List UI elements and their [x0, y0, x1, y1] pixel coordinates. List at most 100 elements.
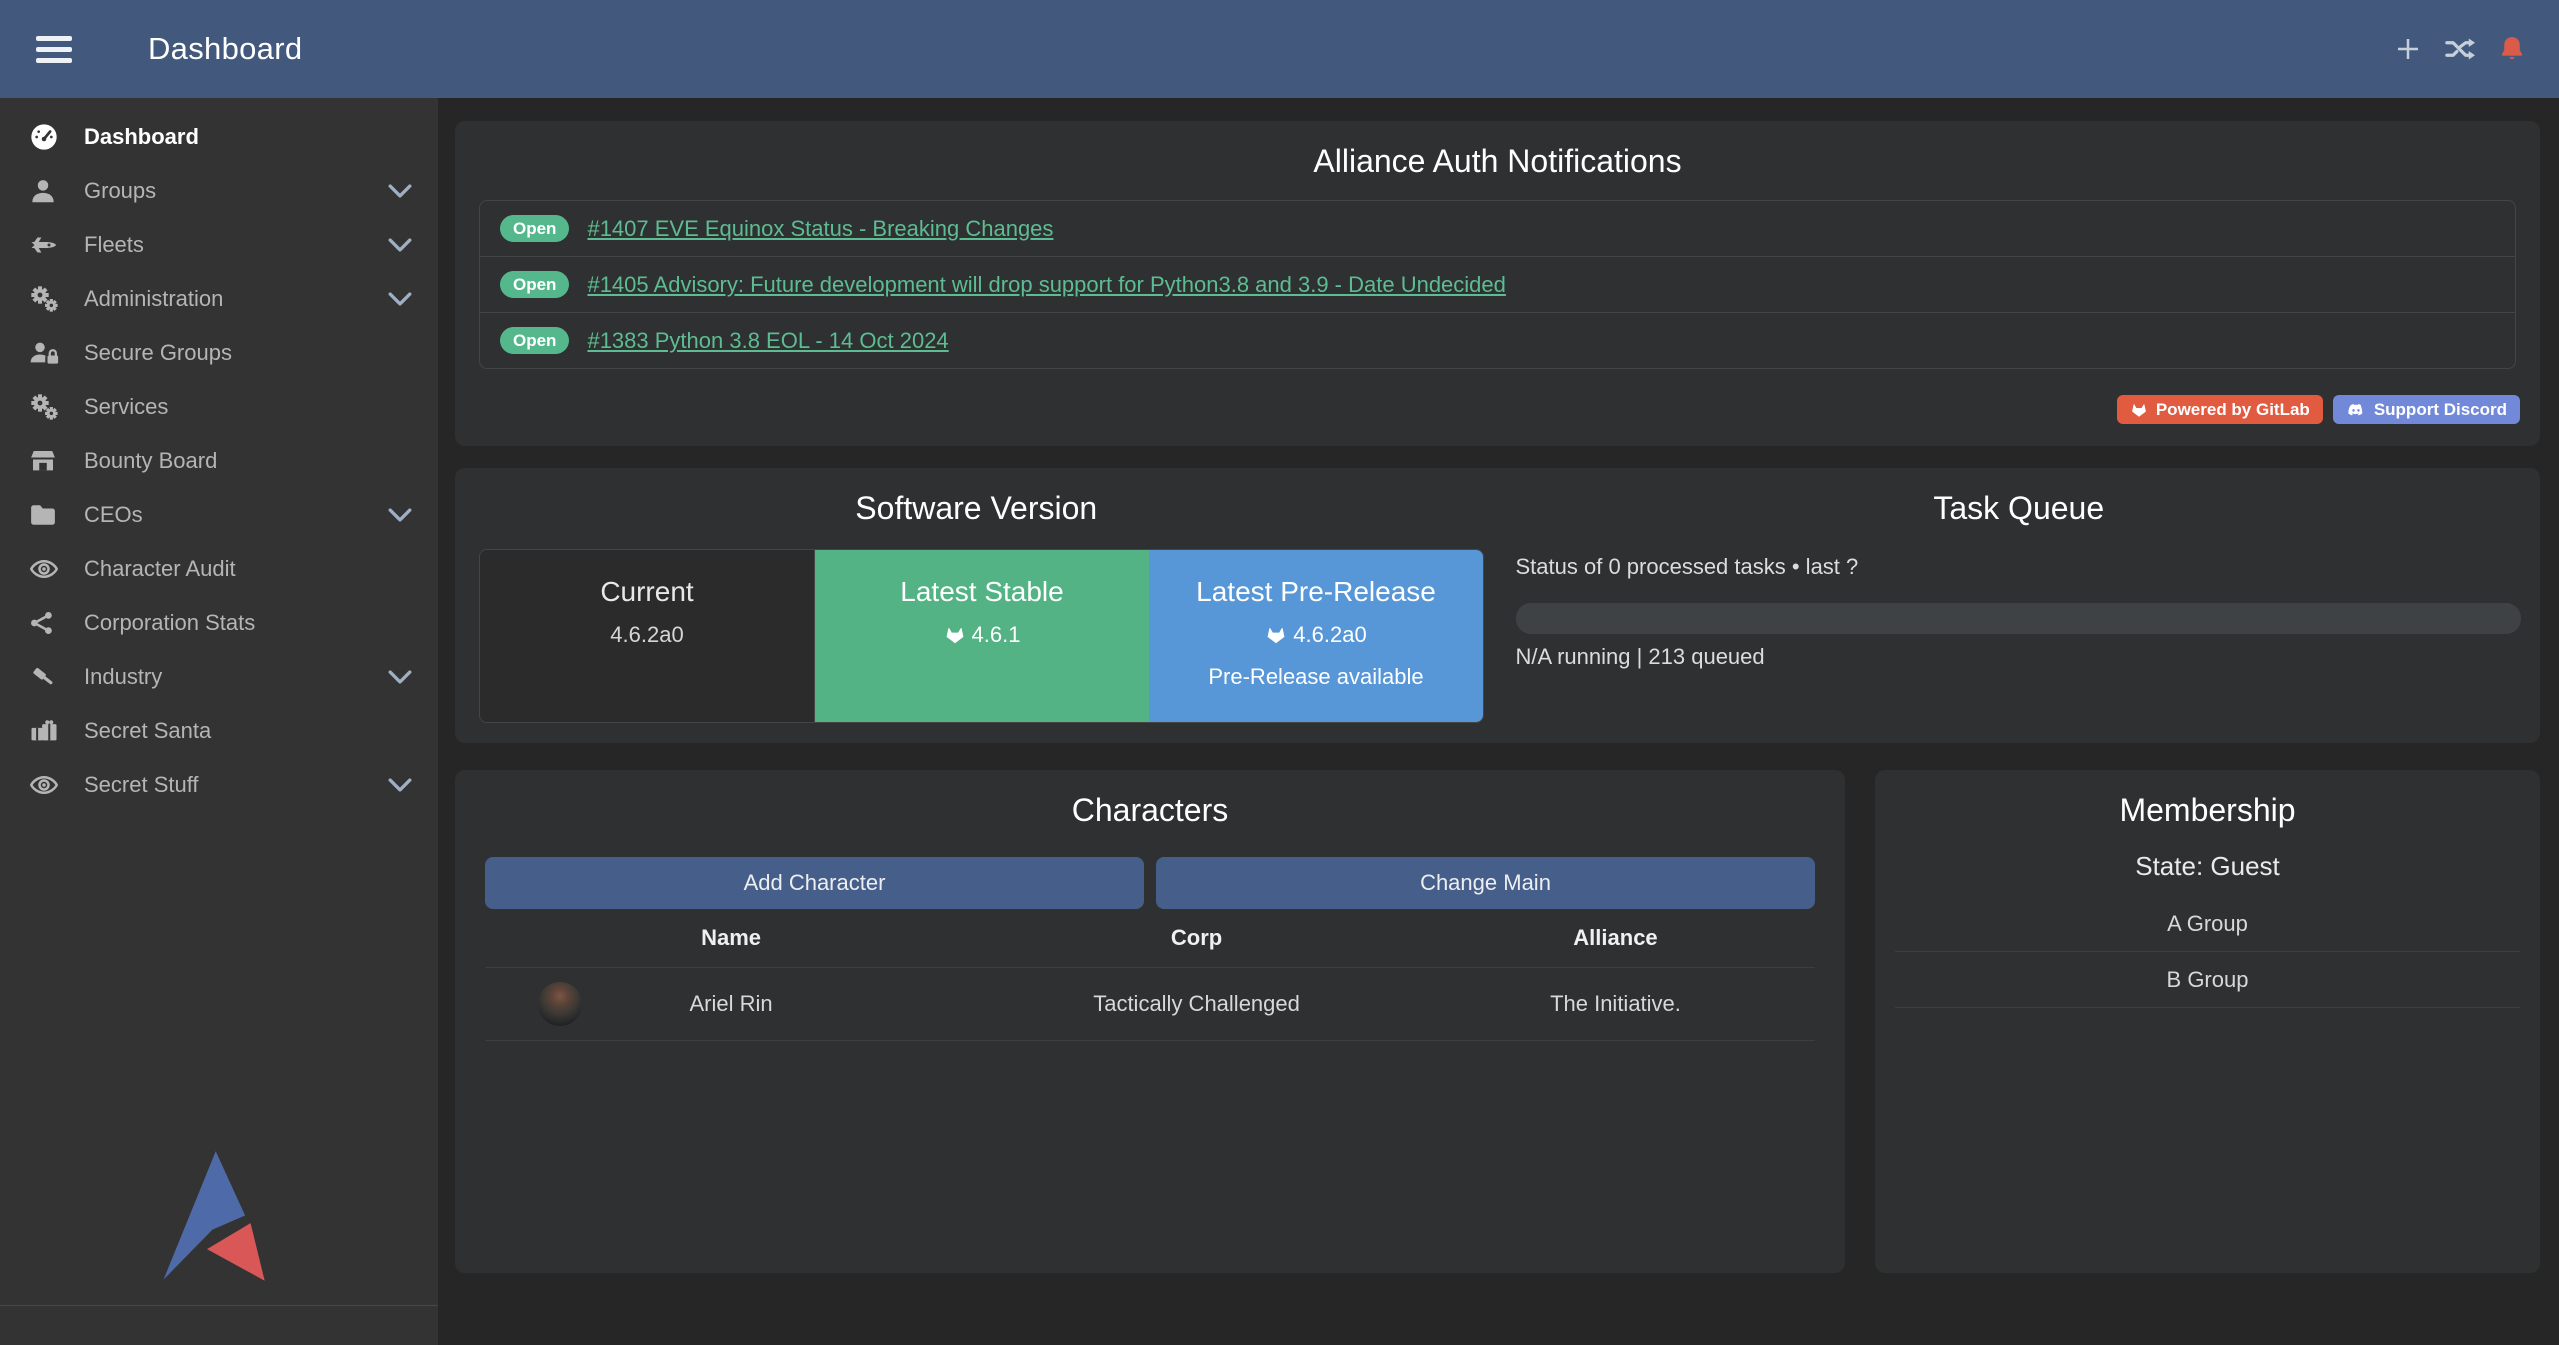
status-badge: Open — [500, 327, 569, 354]
task-queue-status: Status of 0 processed tasks • last ? — [1516, 554, 1859, 580]
navbar-actions — [2391, 0, 2529, 98]
sidebar-item-ceos[interactable]: CEOs — [0, 488, 438, 542]
shuffle-icon[interactable] — [2443, 32, 2477, 66]
sidebar-item-label: Services — [84, 394, 168, 420]
task-queue-progressbar — [1516, 603, 2521, 634]
hammer-icon — [28, 658, 72, 696]
chevron-down-icon — [388, 184, 412, 199]
gitlab-icon — [2130, 401, 2148, 419]
notification-link[interactable]: #1383 Python 3.8 EOL - 14 Oct 2024 — [587, 328, 948, 354]
change-main-button[interactable]: Change Main — [1156, 857, 1815, 909]
sidebar-item-label: Corporation Stats — [84, 610, 255, 636]
sidebar-item-label: Bounty Board — [84, 448, 217, 474]
sidebar-item-label: Character Audit — [84, 556, 236, 582]
version-current: Current 4.6.2a0 — [480, 550, 815, 722]
notification-link[interactable]: #1407 EVE Equinox Status - Breaking Chan… — [587, 216, 1053, 242]
version-label: Current — [480, 576, 814, 608]
chevron-down-icon — [388, 508, 412, 523]
eye-icon — [28, 550, 72, 588]
membership-groups: A Group B Group — [1895, 896, 2520, 1008]
top-navbar: Dashboard — [0, 0, 2559, 98]
sidebar-item-bounty-board[interactable]: Bounty Board — [0, 434, 438, 488]
version-label: Latest Stable — [815, 576, 1149, 608]
column-header-alliance: Alliance — [1416, 925, 1815, 951]
version-number: 4.6.1 — [972, 622, 1021, 648]
sidebar-item-label: Fleets — [84, 232, 144, 258]
alliance-auth-logo — [147, 1148, 291, 1284]
notification-row: Open #1383 Python 3.8 EOL - 14 Oct 2024 — [480, 313, 2515, 368]
shuttle-icon — [28, 226, 72, 264]
folder-icon — [28, 496, 72, 534]
sidebar-item-groups[interactable]: Groups — [0, 164, 438, 218]
sidebar-item-services[interactable]: Services — [0, 380, 438, 434]
gitlab-icon — [944, 624, 966, 646]
chevron-down-icon — [388, 670, 412, 685]
characters-actions: Add Character Change Main — [485, 857, 1815, 909]
table-header-row: Name Corp Alliance — [485, 909, 1815, 968]
sidebar-user-panel: ▽ Ariel Rin Tactically Challenged The In… — [0, 1306, 438, 1345]
status-panel: Software Version Current 4.6.2a0 Latest … — [455, 468, 2540, 743]
chevron-down-icon — [388, 238, 412, 253]
version-note: Pre-Release available — [1149, 664, 1483, 690]
characters-panel: Characters Add Character Change Main Nam… — [455, 770, 1845, 1273]
sidebar-item-dashboard[interactable]: Dashboard — [0, 110, 438, 164]
sidebar-item-administration[interactable]: Administration — [0, 272, 438, 326]
notification-row: Open #1407 EVE Equinox Status - Breaking… — [480, 201, 2515, 257]
sidebar-item-secure-groups[interactable]: Secure Groups — [0, 326, 438, 380]
cogs-icon — [28, 388, 72, 426]
sidebar-item-secret-santa[interactable]: Secret Santa — [0, 704, 438, 758]
membership-title: Membership — [1875, 770, 2540, 829]
sidebar-item-label: Administration — [84, 286, 223, 312]
gauge-icon — [28, 118, 72, 156]
software-version-section: Software Version Current 4.6.2a0 Latest … — [455, 468, 1498, 743]
hamburger-menu-icon[interactable] — [36, 36, 72, 63]
version-label: Latest Pre-Release — [1149, 576, 1483, 608]
chevron-down-icon — [388, 778, 412, 793]
user-lock-icon — [28, 334, 72, 372]
sidebar-item-label: Secure Groups — [84, 340, 232, 366]
sidebar-item-industry[interactable]: Industry — [0, 650, 438, 704]
notification-row: Open #1405 Advisory: Future development … — [480, 257, 2515, 313]
version-strip: Current 4.6.2a0 Latest Stable 4.6.1 Late… — [479, 549, 1484, 723]
sidebar-item-label: Secret Santa — [84, 718, 211, 744]
discord-badge[interactable]: Support Discord — [2333, 395, 2520, 424]
share-icon — [28, 604, 72, 642]
version-latest-stable: Latest Stable 4.6.1 — [815, 550, 1149, 722]
cogs-icon — [28, 280, 72, 318]
version-latest-prerelease: Latest Pre-Release 4.6.2a0 Pre-Release a… — [1149, 550, 1483, 722]
sidebar-item-fleets[interactable]: Fleets — [0, 218, 438, 272]
discord-badge-label: Support Discord — [2374, 400, 2507, 420]
status-badge: Open — [500, 271, 569, 298]
footer-badges: Powered by GitLab Support Discord — [2117, 395, 2520, 424]
table-row: Ariel Rin Tactically Challenged The Init… — [485, 968, 1815, 1041]
sidebar-item-secret-stuff[interactable]: Secret Stuff — [0, 758, 438, 812]
add-character-button[interactable]: Add Character — [485, 857, 1144, 909]
sidebar-item-label: Groups — [84, 178, 156, 204]
task-queue-section: Task Queue Status of 0 processed tasks •… — [1498, 468, 2541, 743]
gitlab-icon — [1265, 624, 1287, 646]
task-queue-title: Task Queue — [1498, 468, 2541, 527]
notifications-panel: Alliance Auth Notifications Open #1407 E… — [455, 121, 2540, 446]
sidebar-item-character-audit[interactable]: Character Audit — [0, 542, 438, 596]
notification-link[interactable]: #1405 Advisory: Future development will … — [587, 272, 1505, 298]
characters-title: Characters — [455, 770, 1845, 829]
gitlab-badge[interactable]: Powered by GitLab — [2117, 395, 2323, 424]
bell-icon[interactable] — [2495, 32, 2529, 66]
alliance-auth-dashboard: Dashboard — [0, 0, 2559, 1345]
sidebar-item-label: CEOs — [84, 502, 143, 528]
group-list-item: A Group — [1895, 896, 2520, 952]
gifts-icon — [28, 712, 72, 750]
cell-character-corp: Tactically Challenged — [977, 991, 1416, 1017]
task-queue-summary: N/A running | 213 queued — [1516, 644, 1765, 670]
sidebar-item-corporation-stats[interactable]: Corporation Stats — [0, 596, 438, 650]
sidebar: Dashboard Groups Fleets — [0, 98, 438, 1345]
membership-state: State: Guest — [1875, 851, 2540, 882]
software-version-title: Software Version — [455, 468, 1498, 527]
version-number: 4.6.2a0 — [1293, 622, 1366, 648]
version-number: 4.6.2a0 — [610, 622, 683, 648]
character-avatar — [538, 982, 582, 1026]
notifications-list: Open #1407 EVE Equinox Status - Breaking… — [479, 200, 2516, 369]
characters-table: Name Corp Alliance Ariel Rin Tactically … — [485, 909, 1815, 1041]
eye-icon — [28, 766, 72, 804]
plus-icon[interactable] — [2391, 32, 2425, 66]
